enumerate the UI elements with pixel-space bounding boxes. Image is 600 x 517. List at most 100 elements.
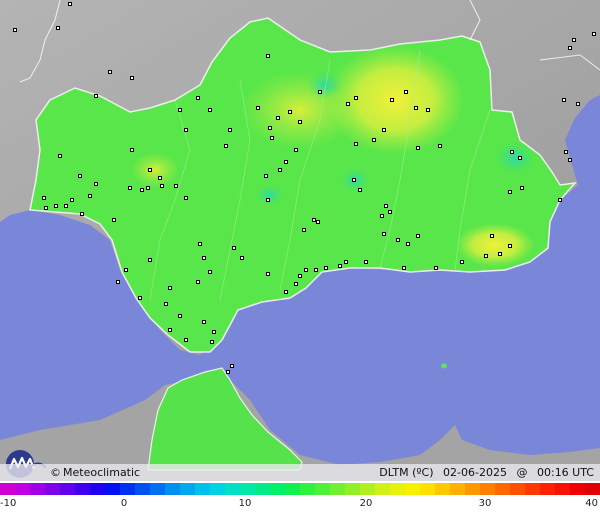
station-marker[interactable]	[224, 144, 228, 148]
station-marker[interactable]	[294, 148, 298, 152]
station-marker[interactable]	[406, 242, 410, 246]
station-marker[interactable]	[402, 266, 406, 270]
station-marker[interactable]	[354, 96, 358, 100]
station-marker[interactable]	[490, 234, 494, 238]
station-marker[interactable]	[434, 266, 438, 270]
station-marker[interactable]	[316, 220, 320, 224]
station-marker[interactable]	[404, 90, 408, 94]
station-marker[interactable]	[264, 174, 268, 178]
station-marker[interactable]	[196, 280, 200, 284]
station-marker[interactable]	[148, 168, 152, 172]
station-marker[interactable]	[484, 254, 488, 258]
station-marker[interactable]	[240, 256, 244, 260]
station-marker[interactable]	[124, 268, 128, 272]
station-marker[interactable]	[232, 246, 236, 250]
station-marker[interactable]	[572, 38, 576, 42]
station-marker[interactable]	[298, 120, 302, 124]
station-marker[interactable]	[184, 338, 188, 342]
station-marker[interactable]	[56, 26, 60, 30]
station-marker[interactable]	[266, 272, 270, 276]
station-marker[interactable]	[414, 106, 418, 110]
station-marker[interactable]	[140, 188, 144, 192]
station-marker[interactable]	[498, 252, 502, 256]
temperature-map[interactable]	[0, 0, 600, 481]
station-marker[interactable]	[270, 136, 274, 140]
station-marker[interactable]	[568, 158, 572, 162]
station-marker[interactable]	[174, 184, 178, 188]
station-marker[interactable]	[382, 232, 386, 236]
station-marker[interactable]	[352, 178, 356, 182]
station-marker[interactable]	[13, 28, 17, 32]
station-marker[interactable]	[460, 260, 464, 264]
station-marker[interactable]	[314, 268, 318, 272]
station-marker[interactable]	[284, 290, 288, 294]
station-marker[interactable]	[364, 260, 368, 264]
station-marker[interactable]	[416, 234, 420, 238]
station-marker[interactable]	[568, 46, 572, 50]
station-marker[interactable]	[266, 54, 270, 58]
station-marker[interactable]	[288, 110, 292, 114]
station-marker[interactable]	[354, 142, 358, 146]
station-marker[interactable]	[302, 228, 306, 232]
station-marker[interactable]	[520, 186, 524, 190]
station-marker[interactable]	[184, 128, 188, 132]
station-marker[interactable]	[256, 106, 260, 110]
station-marker[interactable]	[346, 102, 350, 106]
station-marker[interactable]	[70, 198, 74, 202]
station-marker[interactable]	[88, 194, 92, 198]
station-marker[interactable]	[518, 156, 522, 160]
station-marker[interactable]	[438, 144, 442, 148]
station-marker[interactable]	[168, 328, 172, 332]
station-marker[interactable]	[508, 190, 512, 194]
station-marker[interactable]	[208, 108, 212, 112]
station-marker[interactable]	[64, 204, 68, 208]
station-marker[interactable]	[178, 108, 182, 112]
station-marker[interactable]	[112, 218, 116, 222]
station-marker[interactable]	[344, 260, 348, 264]
station-marker[interactable]	[592, 32, 596, 36]
station-marker[interactable]	[44, 206, 48, 210]
station-marker[interactable]	[358, 188, 362, 192]
station-marker[interactable]	[416, 146, 420, 150]
station-marker[interactable]	[42, 196, 46, 200]
station-marker[interactable]	[266, 198, 270, 202]
station-marker[interactable]	[148, 258, 152, 262]
station-marker[interactable]	[108, 70, 112, 74]
station-marker[interactable]	[390, 98, 394, 102]
station-marker[interactable]	[562, 98, 566, 102]
station-marker[interactable]	[208, 270, 212, 274]
station-marker[interactable]	[68, 2, 72, 6]
station-marker[interactable]	[298, 274, 302, 278]
station-marker[interactable]	[396, 238, 400, 242]
station-marker[interactable]	[138, 296, 142, 300]
station-marker[interactable]	[268, 126, 272, 130]
station-marker[interactable]	[564, 150, 568, 154]
station-marker[interactable]	[94, 94, 98, 98]
station-marker[interactable]	[508, 244, 512, 248]
station-marker[interactable]	[128, 186, 132, 190]
station-marker[interactable]	[178, 314, 182, 318]
station-marker[interactable]	[202, 320, 206, 324]
station-marker[interactable]	[116, 280, 120, 284]
station-marker[interactable]	[576, 102, 580, 106]
station-marker[interactable]	[230, 364, 234, 368]
credit-name[interactable]: Meteoclimatic	[63, 466, 140, 479]
station-marker[interactable]	[380, 214, 384, 218]
station-marker[interactable]	[294, 282, 298, 286]
station-marker[interactable]	[304, 268, 308, 272]
station-marker[interactable]	[80, 212, 84, 216]
station-marker[interactable]	[160, 184, 164, 188]
station-marker[interactable]	[196, 96, 200, 100]
station-marker[interactable]	[426, 108, 430, 112]
station-marker[interactable]	[384, 204, 388, 208]
station-marker[interactable]	[78, 174, 82, 178]
station-marker[interactable]	[130, 76, 134, 80]
station-marker[interactable]	[164, 302, 168, 306]
station-marker[interactable]	[146, 186, 150, 190]
station-marker[interactable]	[130, 148, 134, 152]
station-marker[interactable]	[278, 168, 282, 172]
station-marker[interactable]	[184, 196, 188, 200]
station-marker[interactable]	[338, 264, 342, 268]
station-marker[interactable]	[54, 204, 58, 208]
station-marker[interactable]	[198, 242, 202, 246]
